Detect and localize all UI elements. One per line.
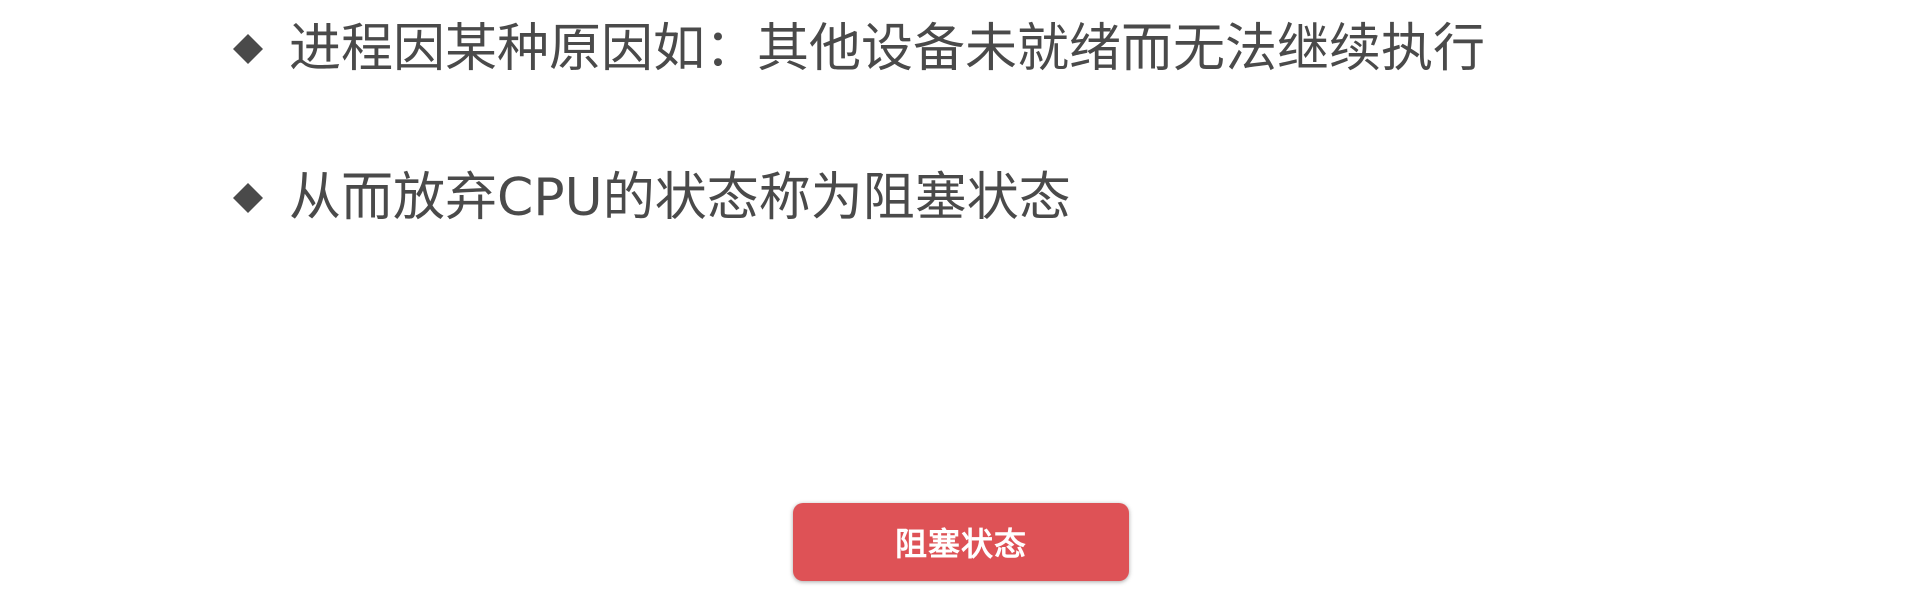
bullet-item: 进程因某种原因如：其他设备未就绪而无法继续执行 bbox=[233, 14, 1485, 84]
blocked-state-button[interactable]: 阻塞状态 bbox=[793, 503, 1129, 581]
bullet-text: 进程因某种原因如：其他设备未就绪而无法继续执行 bbox=[289, 19, 1486, 79]
bullet-item: 从而放弃CPU的状态称为阻塞状态 bbox=[233, 163, 1071, 233]
diamond-bullet-icon bbox=[233, 34, 263, 64]
bullet-text: 从而放弃CPU的状态称为阻塞状态 bbox=[289, 168, 1071, 228]
diamond-bullet-icon bbox=[233, 183, 263, 213]
blocked-state-label: 阻塞状态 bbox=[894, 525, 1027, 563]
